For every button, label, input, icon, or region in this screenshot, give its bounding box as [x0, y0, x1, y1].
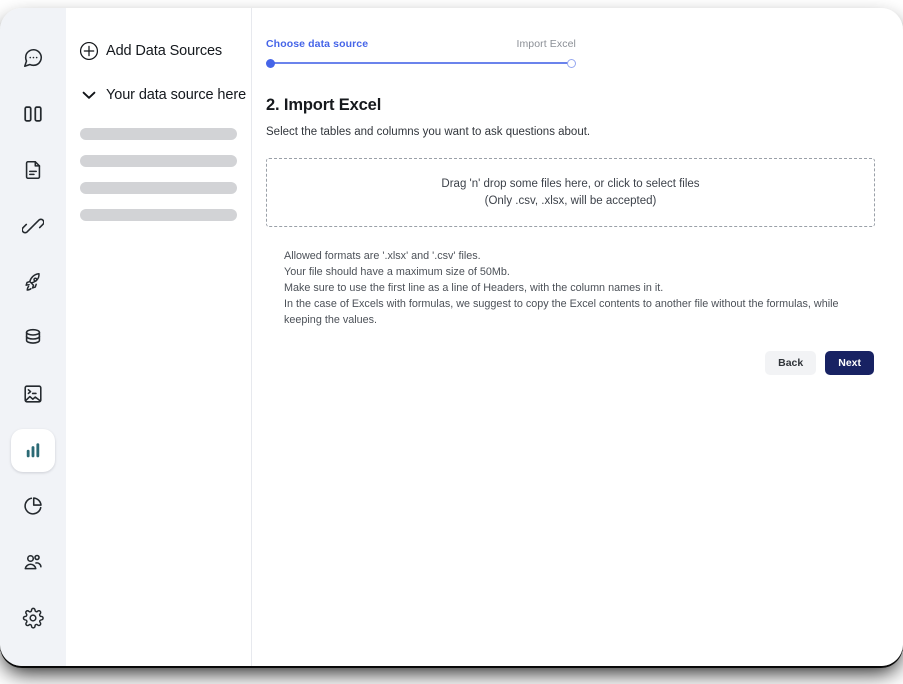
stepper-progress-line	[270, 62, 569, 64]
rocket-icon	[22, 271, 44, 293]
sidebar-item-notebooks[interactable]	[11, 373, 55, 416]
page-subtitle: Select the tables and columns you want t…	[266, 126, 591, 138]
note-line: Make sure to use the first line as a lin…	[284, 281, 664, 294]
document-icon	[22, 159, 44, 181]
icon-rail	[0, 8, 66, 666]
data-source-skeleton-list	[66, 128, 251, 221]
page-title: 2. Import Excel	[266, 96, 382, 114]
sidebar-item-users[interactable]	[11, 541, 55, 584]
note-line: Allowed formats are '.xlsx' and '.csv' f…	[284, 250, 481, 262]
skeleton-row	[80, 209, 237, 221]
file-dropzone[interactable]: Drag 'n' drop some files here, or click …	[266, 158, 875, 227]
note-line: Your file should have a maximum size of …	[284, 265, 510, 278]
sidebar-item-chat[interactable]	[11, 36, 55, 79]
stepper-dot-completed[interactable]	[266, 58, 275, 68]
sidebar-item-reports[interactable]	[11, 485, 55, 528]
stepper-labels: Choose data source Import Excel	[266, 38, 576, 50]
sidebar-item-launch[interactable]	[11, 260, 55, 303]
image-terminal-icon	[22, 383, 44, 405]
stepper-track	[266, 57, 576, 69]
bar-chart-icon	[23, 440, 43, 460]
app-window: Add Data Sources Your data source here C…	[0, 8, 903, 666]
settings-icon	[22, 607, 44, 630]
sidebar-item-database[interactable]	[11, 316, 55, 359]
step-label-import-excel[interactable]: Import Excel	[516, 38, 576, 50]
sidebar-item-dashboard[interactable]	[11, 92, 55, 135]
data-source-group-toggle[interactable]: Your data source here	[66, 78, 251, 112]
back-button[interactable]: Back	[765, 350, 817, 376]
connection-icon	[22, 215, 44, 237]
sidebar-item-charts[interactable]	[11, 428, 55, 472]
note-line: In the case of Excels with formulas, we …	[284, 297, 839, 326]
data-source-panel: Add Data Sources Your data source here	[66, 8, 252, 666]
plus-circle-icon	[72, 40, 106, 62]
wizard-actions: Back Next	[266, 350, 875, 376]
stepper-dot-upcoming[interactable]	[567, 58, 576, 68]
sidebar-item-connections[interactable]	[11, 204, 55, 247]
database-icon	[22, 327, 44, 349]
next-button[interactable]: Next	[825, 350, 874, 376]
sidebar-item-settings[interactable]	[11, 597, 55, 640]
upload-notes: Allowed formats are '.xlsx' and '.csv' f…	[284, 249, 875, 329]
chevron-down-icon	[72, 85, 106, 105]
sidebar-item-documents[interactable]	[11, 148, 55, 191]
skeleton-row	[80, 155, 237, 167]
chat-icon	[22, 47, 44, 69]
skeleton-row	[80, 128, 237, 140]
dropzone-secondary-text: (Only .csv, .xlsx, will be accepted)	[484, 195, 657, 207]
step-label-choose-data-source[interactable]: Choose data source	[266, 38, 368, 50]
stepper: Choose data source Import Excel	[266, 38, 576, 69]
skeleton-row	[80, 182, 237, 194]
dashboard-icon	[22, 103, 44, 125]
pie-chart-icon	[22, 495, 44, 517]
users-icon	[22, 551, 44, 573]
add-data-sources-label: Add Data Sources	[106, 43, 223, 59]
data-source-name: Your data source here	[106, 87, 247, 103]
dropzone-primary-text: Drag 'n' drop some files here, or click …	[441, 178, 700, 190]
main-content: Choose data source Import Excel 2. Impor…	[252, 8, 903, 666]
add-data-sources-button[interactable]: Add Data Sources	[66, 34, 251, 68]
